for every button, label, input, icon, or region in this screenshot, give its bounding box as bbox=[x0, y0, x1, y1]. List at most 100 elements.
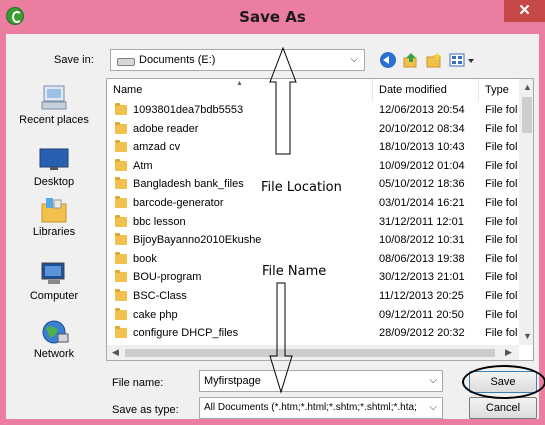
chevron-down-icon: ⌵ bbox=[350, 54, 358, 65]
place-computer[interactable]: Computer bbox=[8, 260, 100, 302]
file-type-cell: File fol bbox=[485, 196, 518, 209]
places-bar: Recent places Desktop Libraries Computer… bbox=[8, 80, 100, 385]
save-as-type-value: All Documents (*.htm;*.html;*.shtm;*.sht… bbox=[204, 402, 417, 413]
file-type-cell: File fol bbox=[485, 327, 518, 340]
file-type-cell: File fol bbox=[485, 215, 518, 228]
file-type-cell: File fol bbox=[485, 234, 518, 247]
file-rows: 1093801dea7bdb5553 12/06/2013 20:54 File f… bbox=[107, 101, 519, 343]
list-item[interactable]: configure DHCP_files 28/09/2012 20:32 File… bbox=[107, 324, 519, 343]
file-type-cell: File fol bbox=[485, 271, 518, 284]
date-modified-cell: 09/12/2011 20:50 bbox=[379, 308, 464, 321]
place-label: Libraries bbox=[32, 226, 76, 238]
list-item[interactable]: Atm 10/09/2012 01:04 File fol bbox=[107, 157, 519, 176]
date-modified-cell: 30/12/2013 21:01 bbox=[379, 271, 465, 284]
folder-icon bbox=[115, 233, 127, 246]
new-folder-icon[interactable] bbox=[425, 52, 443, 68]
list-item[interactable]: 1093801dea7bdb5553 12/06/2013 20:54 File f… bbox=[107, 101, 519, 120]
column-header-name[interactable]: Name ▲ bbox=[107, 79, 373, 101]
recent-places-icon bbox=[41, 85, 67, 110]
folder-icon bbox=[115, 288, 127, 301]
file-name-cell: barcode-generator bbox=[133, 196, 224, 209]
file-name-cell: cake php bbox=[133, 308, 178, 321]
file-type-cell: File fol bbox=[485, 252, 518, 265]
folder-icon bbox=[115, 251, 127, 264]
title-bar: Save As ✕ bbox=[0, 0, 545, 34]
scroll-thumb[interactable] bbox=[522, 97, 532, 133]
place-label: Computer bbox=[29, 290, 79, 302]
file-type-cell: File fol bbox=[485, 159, 518, 172]
list-item[interactable]: barcode-generator 03/01/2014 16:21 File fo… bbox=[107, 194, 519, 213]
list-item[interactable]: bbc lesson 31/12/2011 12:01 File fol bbox=[107, 213, 519, 232]
horizontal-scrollbar[interactable]: ◀ ▶ bbox=[107, 345, 519, 360]
close-button[interactable]: ✕ bbox=[504, 0, 545, 22]
save-in-label: Save in: bbox=[54, 54, 94, 66]
folder-icon bbox=[115, 270, 127, 283]
place-label: Network bbox=[33, 348, 75, 360]
column-header-type[interactable]: Type bbox=[479, 79, 519, 101]
folder-icon bbox=[115, 195, 127, 208]
list-item[interactable]: cake php 09/12/2011 20:50 File fol bbox=[107, 306, 519, 325]
date-modified-cell: 12/06/2013 20:54 bbox=[379, 104, 465, 116]
date-modified-cell: 03/01/2014 16:21 bbox=[379, 196, 465, 209]
file-name-cell: book bbox=[133, 252, 157, 265]
scroll-left-icon[interactable]: ◀ bbox=[112, 347, 119, 358]
sort-up-icon: ▲ bbox=[236, 80, 243, 87]
chevron-down-icon[interactable]: ⌵ bbox=[427, 375, 437, 386]
file-name-cell: configure DHCP_files bbox=[133, 327, 239, 340]
list-item[interactable]: BijoyBayanno2010Ekushe 10/08/2012 10:31 Fi… bbox=[107, 231, 519, 250]
date-modified-cell: 28/09/2012 20:32 bbox=[379, 327, 465, 340]
list-item[interactable]: adobe reader 20/10/2012 08:34 File fol bbox=[107, 120, 519, 139]
date-modified-cell: 20/10/2012 08:34 bbox=[379, 122, 465, 135]
place-desktop[interactable]: Desktop bbox=[8, 146, 100, 188]
date-modified-cell: 10/09/2012 01:04 bbox=[379, 159, 465, 172]
libraries-icon bbox=[41, 198, 67, 223]
date-modified-cell: 10/08/2012 10:31 bbox=[379, 234, 465, 247]
date-modified-cell: 08/06/2013 19:38 bbox=[379, 252, 465, 265]
file-name-cell: bbc lesson bbox=[133, 215, 186, 228]
file-name-cell: 1093801dea7bdb5553 bbox=[133, 104, 244, 116]
views-menu-icon[interactable] bbox=[449, 52, 477, 68]
vertical-scrollbar[interactable]: ▲ ▼ bbox=[519, 79, 533, 345]
list-item[interactable]: amzad cv 18/10/2013 10:43 File fol bbox=[107, 138, 519, 157]
file-name-cell: amzad cv bbox=[133, 141, 181, 154]
file-name-cell: BSC-Class bbox=[133, 289, 187, 302]
file-type-cell: File fol bbox=[485, 308, 518, 321]
file-name-cell: BOU-program bbox=[133, 271, 202, 284]
file-list[interactable]: Name ▲ Date modified Type 1093801dea7bdb… bbox=[106, 78, 534, 361]
chevron-down-icon[interactable]: ⌵ bbox=[427, 402, 437, 413]
computer-icon bbox=[41, 262, 65, 284]
column-header-date[interactable]: Date modified bbox=[373, 79, 479, 101]
list-item[interactable]: BSC-Class 11/12/2013 20:25 File fol bbox=[107, 287, 519, 306]
file-name-field[interactable]: Myfirstpage ⌵ bbox=[199, 370, 443, 392]
folder-icon bbox=[115, 140, 127, 153]
folder-icon bbox=[115, 307, 127, 320]
back-icon[interactable] bbox=[380, 52, 396, 68]
save-in-value: Documents (E:) bbox=[139, 54, 216, 66]
folder-icon bbox=[115, 177, 127, 190]
cancel-button[interactable]: Cancel bbox=[469, 397, 537, 419]
up-folder-icon[interactable] bbox=[402, 52, 420, 68]
file-type-cell: File fol bbox=[485, 141, 518, 154]
place-libraries[interactable]: Libraries bbox=[8, 196, 100, 238]
scroll-thumb[interactable] bbox=[125, 349, 495, 357]
scroll-right-icon[interactable]: ▶ bbox=[505, 347, 512, 358]
file-name-cell: Bangladesh bank_files bbox=[133, 178, 244, 191]
place-network[interactable]: Network bbox=[8, 318, 100, 360]
date-modified-cell: 18/10/2013 10:43 bbox=[379, 141, 465, 154]
save-as-type-label: Save as type: bbox=[112, 404, 179, 416]
place-label: Desktop bbox=[33, 176, 75, 188]
date-modified-cell: 05/10/2012 18:36 bbox=[379, 178, 465, 191]
folder-icon bbox=[115, 214, 127, 227]
scroll-down-icon[interactable]: ▼ bbox=[523, 331, 532, 341]
desktop-icon bbox=[39, 148, 69, 170]
place-recent-places[interactable]: Recent places bbox=[8, 84, 100, 126]
file-type-cell: File fol bbox=[485, 122, 518, 135]
scroll-up-icon[interactable]: ▲ bbox=[523, 82, 532, 92]
save-in-dropdown[interactable]: Documents (E:) ⌵ bbox=[110, 49, 365, 71]
file-name-cell: Atm bbox=[133, 159, 153, 172]
column-label: Name bbox=[113, 84, 143, 96]
file-type-cell: File fol bbox=[485, 104, 518, 116]
save-button[interactable]: Save bbox=[469, 371, 537, 393]
save-as-type-select[interactable]: All Documents (*.htm;*.html;*.shtm;*.sht… bbox=[199, 397, 443, 419]
file-name-value: Myfirstpage bbox=[204, 375, 261, 387]
